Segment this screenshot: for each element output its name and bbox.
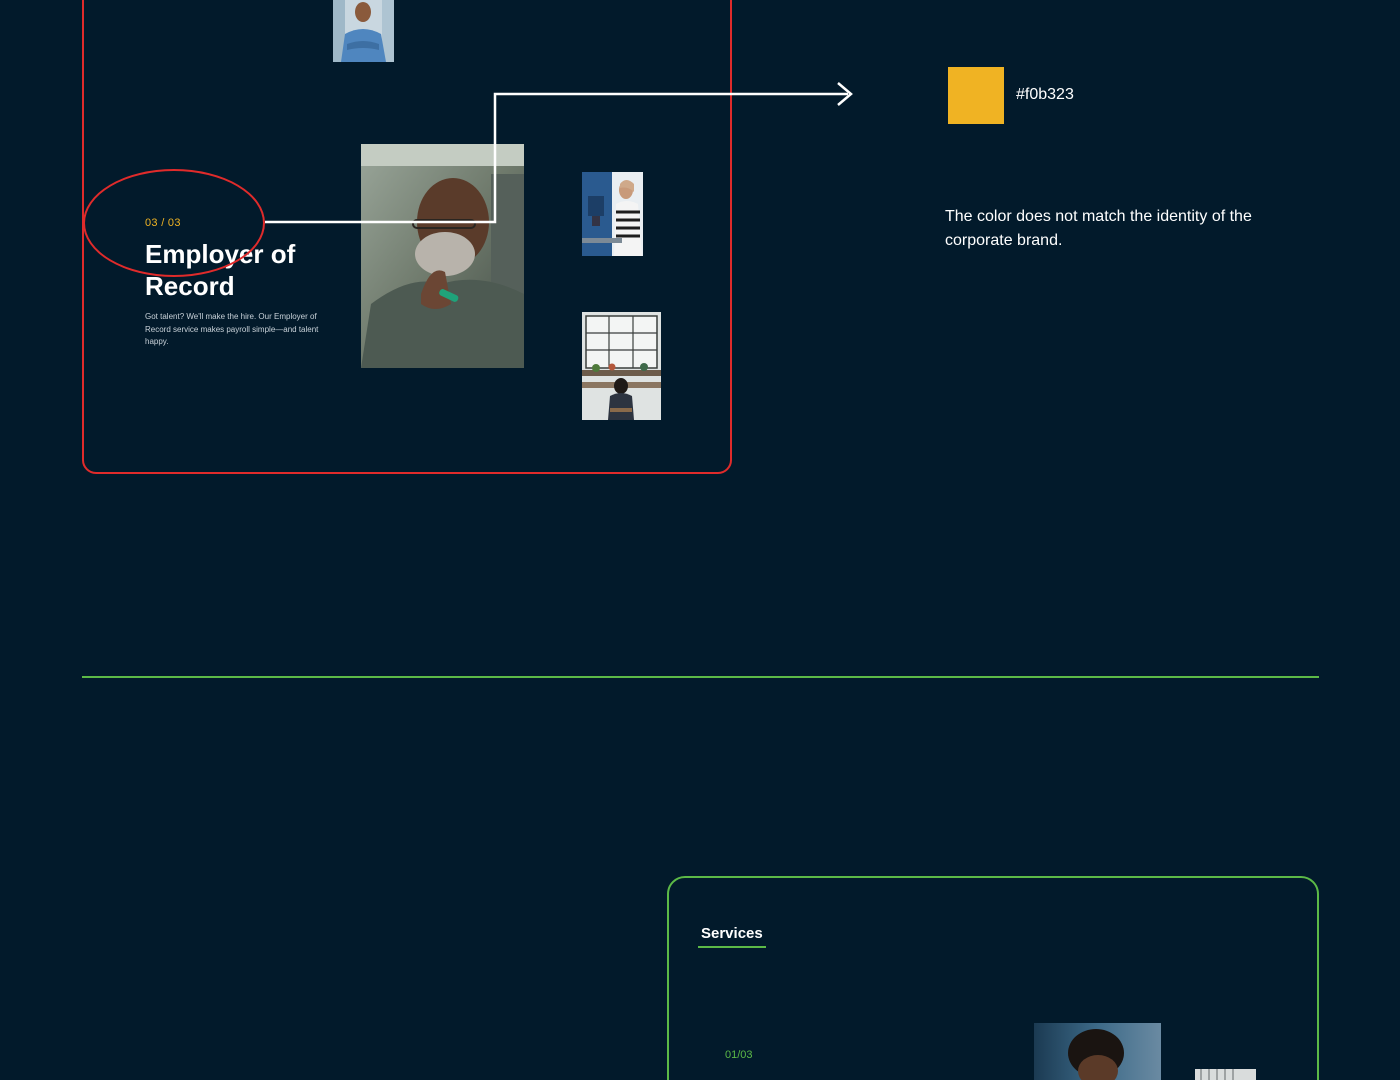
photo-man-crossed-arms: [333, 0, 394, 62]
tab-services[interactable]: Services: [698, 925, 766, 948]
section-divider: [82, 676, 1319, 678]
services-slide-counter: 01/03: [725, 1049, 753, 1061]
photo-woman-portrait: [1034, 1023, 1161, 1080]
color-swatch: [948, 67, 1004, 124]
photo-woman-at-computer: [582, 172, 643, 256]
highlight-ellipse: [83, 169, 265, 277]
photo-secondary: [1195, 1069, 1256, 1080]
slide-description: Got talent? We'll make the hire. Our Emp…: [145, 312, 319, 346]
annotation-note: The color does not match the identity of…: [945, 208, 1252, 249]
photo-older-man-thinking: [361, 144, 524, 368]
design-review-canvas: 03 / 03 Employer of Record Got talent? W…: [0, 0, 1400, 1080]
photo-person-at-studio-desk: [582, 312, 661, 420]
services-slide-frame: [667, 876, 1319, 1080]
color-hex-label: #f0b323: [1016, 86, 1074, 103]
